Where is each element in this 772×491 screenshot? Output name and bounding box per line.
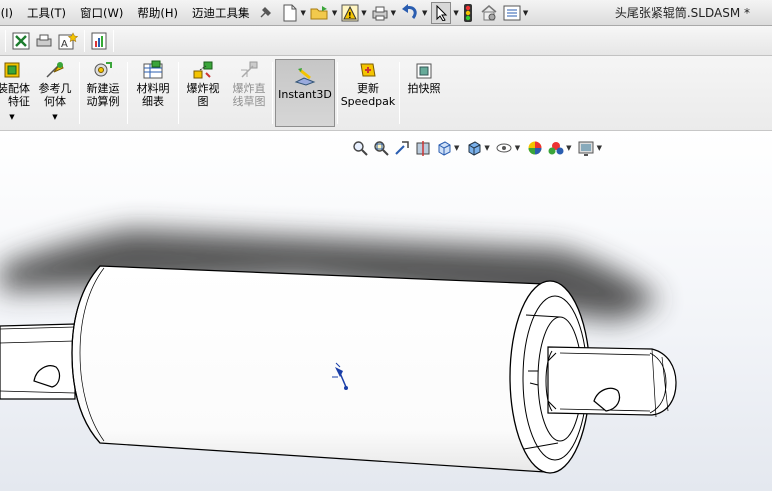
menu-maidi-tools[interactable]: 迈迪工具集	[185, 0, 257, 26]
assembly-feature-button[interactable]: 装配体 特征 ▼	[0, 60, 30, 126]
select-arrow-icon[interactable]	[431, 1, 452, 24]
command-separator	[272, 62, 273, 124]
rebuild-icon[interactable]: !	[341, 2, 359, 24]
chevron-down-icon[interactable]: ▼	[422, 9, 427, 17]
svg-text:A: A	[61, 39, 68, 50]
toolbar-separator	[5, 29, 6, 52]
menu-help[interactable]: 帮助(H)	[130, 0, 185, 26]
chevron-down-icon[interactable]: ▼	[332, 9, 337, 17]
new-document-icon[interactable]	[282, 2, 298, 24]
speedpak-icon	[357, 60, 379, 80]
svg-text:!: !	[348, 11, 352, 20]
chevron-down-icon[interactable]: ▼	[453, 9, 458, 17]
roller-assembly-model[interactable]	[0, 131, 772, 491]
assembly-feature-icon	[2, 60, 22, 80]
undo-icon[interactable]	[400, 2, 420, 24]
chevron-down-icon[interactable]: ▼	[9, 111, 14, 124]
menu-insert-partial[interactable]: (I)	[0, 0, 20, 26]
chevron-down-icon[interactable]: ▼	[52, 111, 57, 124]
chevron-down-icon[interactable]: ▼	[523, 9, 528, 17]
print-icon[interactable]	[371, 2, 389, 24]
command-manager: 装配体 特征 ▼ 参考几 何体 ▼ 新建运 动算例 材料明 细表 爆炸视 图 爆…	[0, 56, 772, 131]
report-icon[interactable]	[91, 30, 107, 52]
instant3d-button[interactable]: Instant3D	[275, 59, 335, 127]
open-folder-icon[interactable]	[310, 2, 330, 24]
menu-tools[interactable]: 工具(T)	[20, 0, 73, 26]
exploded-view-icon	[192, 60, 214, 80]
snapshot-icon	[415, 60, 433, 80]
left-shaft	[0, 323, 76, 400]
graphics-area[interactable]: ▼ ▼ ▼ ▼ ▼	[0, 131, 772, 491]
pin-icon[interactable]	[257, 2, 273, 24]
bill-of-materials-button[interactable]: 材料明 细表	[131, 60, 175, 126]
command-separator	[399, 62, 400, 124]
traffic-light-icon[interactable]	[463, 2, 473, 24]
window-title: 头尾张紧辊筒.SLDASM *	[614, 6, 750, 20]
list-icon[interactable]	[503, 2, 521, 24]
menu-window[interactable]: 窗口(W)	[73, 0, 130, 26]
toolbar-separator	[84, 29, 85, 52]
exploded-view-button[interactable]: 爆炸视 图	[181, 60, 225, 126]
explode-line-sketch-button[interactable]: 爆炸直 线草图	[227, 60, 271, 126]
new-motion-study-button[interactable]: 新建运 动算例	[82, 60, 124, 126]
chevron-down-icon[interactable]: ▼	[391, 9, 396, 17]
reference-geometry-icon	[44, 60, 66, 80]
right-shaft	[545, 346, 677, 418]
roller-drum	[71, 265, 546, 473]
take-snapshot-button[interactable]: 拍快照	[403, 60, 445, 126]
bill-of-materials-icon	[142, 60, 164, 80]
update-speedpak-button[interactable]: 更新 Speedpak	[340, 60, 396, 126]
explode-line-sketch-icon	[238, 60, 260, 80]
annotation-star-icon[interactable]: A	[58, 30, 78, 52]
chevron-down-icon[interactable]: ▼	[361, 9, 366, 17]
command-separator	[178, 62, 179, 124]
excel-export-icon[interactable]	[12, 30, 30, 52]
options-icon[interactable]	[480, 2, 498, 24]
chevron-down-icon[interactable]: ▼	[300, 9, 305, 17]
print-preview-icon[interactable]	[35, 30, 53, 52]
reference-geometry-button[interactable]: 参考几 何体 ▼	[33, 60, 77, 126]
command-separator	[337, 62, 338, 124]
instant3d-icon	[294, 66, 316, 86]
command-separator	[127, 62, 128, 124]
command-separator	[79, 62, 80, 124]
menu-bar: (I) 工具(T) 窗口(W) 帮助(H) 迈迪工具集 ▼ ▼ ! ▼ ▼ ▼ …	[0, 0, 772, 26]
motion-study-icon	[93, 60, 113, 80]
secondary-toolbar: A	[0, 26, 772, 56]
toolbar-separator	[113, 29, 114, 52]
